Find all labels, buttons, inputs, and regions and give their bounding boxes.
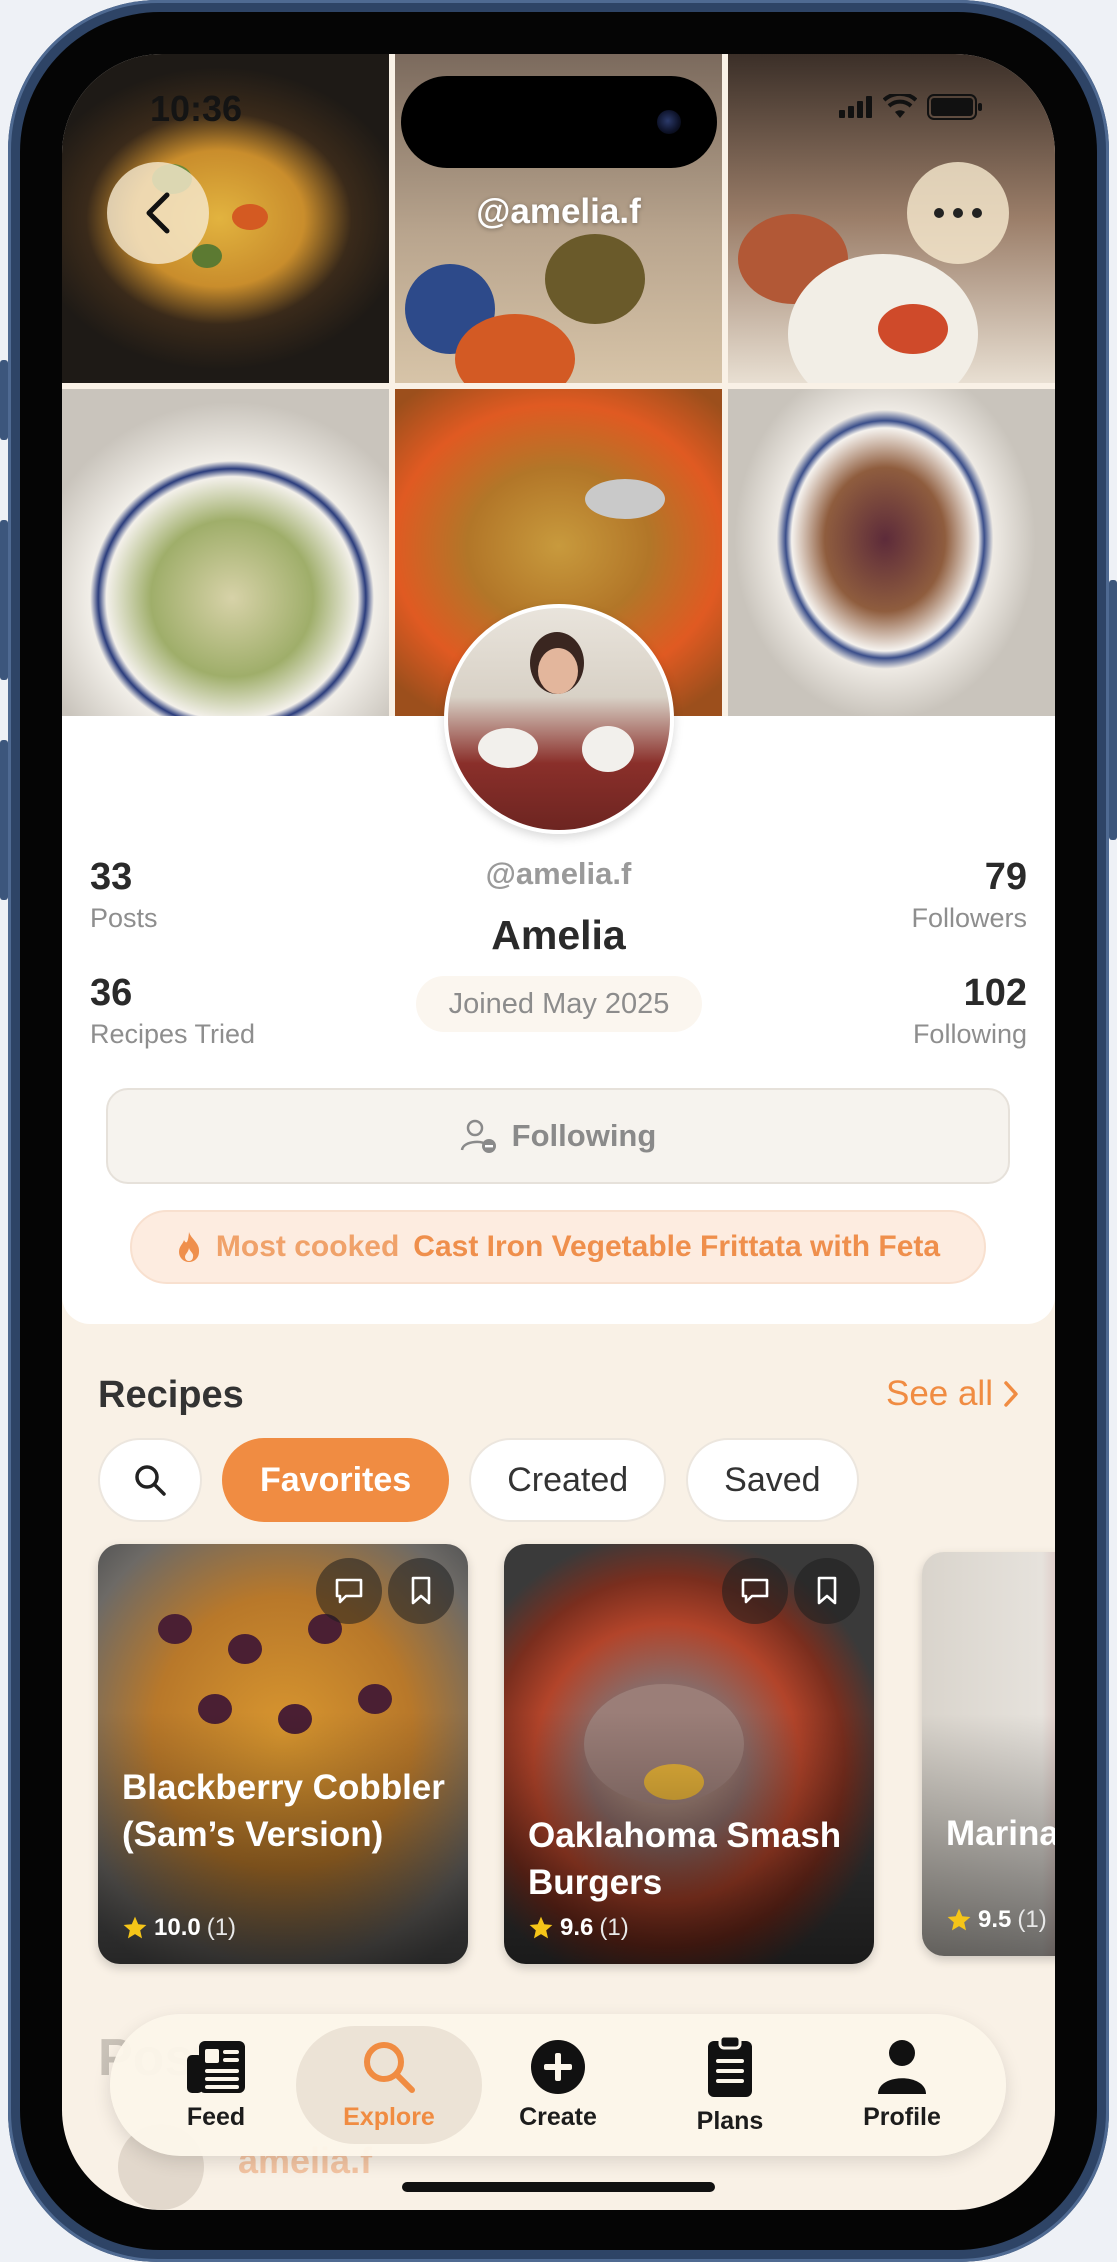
bookmark-button[interactable] xyxy=(794,1558,860,1624)
comment-button[interactable] xyxy=(722,1558,788,1624)
tab-create[interactable]: Create xyxy=(472,2014,644,2156)
rating-count: (1) xyxy=(1017,1906,1047,1933)
rating-count: (1) xyxy=(599,1914,629,1941)
recipes-tried-count: 36 xyxy=(90,972,133,1014)
star-icon xyxy=(529,1916,553,1939)
rating-count: (1) xyxy=(206,1914,237,1941)
home-indicator xyxy=(402,2182,715,2192)
action-button xyxy=(0,360,8,440)
volume-down-button xyxy=(0,740,8,900)
signal-icon xyxy=(839,96,872,118)
recipe-search-button[interactable] xyxy=(98,1438,202,1522)
recipe-card[interactable]: Blackberry Cobbler (Sam’s Version) 10.0 … xyxy=(98,1544,468,1964)
filter-favorites[interactable]: Favorites xyxy=(222,1438,450,1522)
recipes-tried-label: Recipes Tried xyxy=(90,1019,256,1049)
profile-handle: @amelia.f xyxy=(485,856,632,891)
chevron-right-icon xyxy=(1004,1381,1018,1407)
tab-explore-label: Explore xyxy=(343,2102,435,2131)
more-options-button[interactable] xyxy=(907,162,1009,264)
most-cooked-recipe: Cast Iron Vegetable Frittata with Feta xyxy=(413,1230,941,1263)
recipe-rating: 10.0 (1) xyxy=(122,1914,236,1942)
see-all-link[interactable]: See all xyxy=(886,1374,1019,1414)
joined-badge: Joined May 2025 xyxy=(416,976,702,1032)
following-button[interactable]: Following xyxy=(106,1088,1010,1184)
wifi-icon xyxy=(883,94,917,118)
see-all-label: See all xyxy=(885,1374,993,1413)
tab-feed[interactable]: Feed xyxy=(130,2014,302,2156)
tab-explore[interactable]: Explore xyxy=(296,2014,482,2156)
status-time: 10:36 xyxy=(150,88,243,129)
ellipsis-icon xyxy=(934,208,982,218)
app-screen: 10:36 @amelia.f 33 Posts 36 Recipes Trie… xyxy=(62,54,1055,2210)
following-count: 102 xyxy=(963,972,1027,1014)
recipe-card[interactable]: Oaklahoma Smash Burgers 9.6 (1) xyxy=(504,1544,874,1964)
tab-create-label: Create xyxy=(519,2102,597,2131)
tab-bar: Feed Explore Create Plans Profile xyxy=(110,2014,1006,2156)
avatar[interactable] xyxy=(444,604,674,834)
comment-button[interactable] xyxy=(316,1558,382,1624)
star-icon xyxy=(947,1908,971,1931)
person-icon xyxy=(878,2039,926,2094)
recipe-title: Marina Red Or xyxy=(946,1814,1055,1853)
recipe-rating: 9.6 (1) xyxy=(528,1914,629,1942)
stat-recipes-tried[interactable]: 36 Recipes Tried xyxy=(90,972,255,1050)
search-icon xyxy=(135,1465,166,1496)
volume-up-button xyxy=(0,520,8,680)
recipes-section-title: Recipes xyxy=(98,1374,244,1416)
tab-profile-label: Profile xyxy=(863,2102,941,2131)
bookmark-button[interactable] xyxy=(388,1558,454,1624)
battery-icon xyxy=(927,94,982,120)
most-cooked-label: Most cooked xyxy=(215,1230,400,1263)
photo-salad-bowl[interactable] xyxy=(62,389,389,716)
rating-value: 10.0 xyxy=(154,1914,201,1941)
status-icons xyxy=(839,94,983,120)
tab-feed-label: Feed xyxy=(186,2102,246,2131)
tab-plans-label: Plans xyxy=(696,2106,764,2135)
comment-icon xyxy=(335,1578,363,1604)
comment-icon xyxy=(741,1578,769,1604)
search-icon xyxy=(364,2041,415,2093)
filter-saved[interactable]: Saved xyxy=(686,1438,859,1522)
following-label: Following xyxy=(912,1019,1027,1049)
plus-circle-icon xyxy=(531,2039,585,2094)
tab-profile[interactable]: Profile xyxy=(816,2014,988,2156)
person-minus-icon xyxy=(460,1119,496,1153)
recipe-title: Blackberry Cobbler (Sam’s Version) xyxy=(122,1768,445,1854)
filter-created[interactable]: Created xyxy=(469,1438,667,1522)
tab-plans[interactable]: Plans xyxy=(644,2014,816,2156)
photo-pancakes[interactable] xyxy=(728,389,1055,716)
profile-name: Amelia xyxy=(491,912,626,958)
recipe-filter-chips: Favorites Created Saved xyxy=(98,1438,859,1522)
dynamic-island xyxy=(401,76,717,168)
stat-following[interactable]: 102 Following xyxy=(913,972,1027,1050)
bookmark-icon xyxy=(411,1576,431,1605)
clipboard-icon xyxy=(708,2034,752,2097)
bookmark-icon xyxy=(817,1576,837,1605)
flame-icon xyxy=(178,1232,199,1262)
recipe-card[interactable]: Marina Red Or 9.5 (1) xyxy=(922,1552,1055,1956)
rating-value: 9.6 xyxy=(560,1914,594,1941)
most-cooked-badge[interactable]: Most cooked Cast Iron Vegetable Frittata… xyxy=(130,1210,986,1284)
star-icon xyxy=(123,1916,147,1939)
recipe-rating: 9.5 (1) xyxy=(946,1906,1047,1934)
feed-icon xyxy=(187,2040,245,2093)
power-button xyxy=(1109,580,1117,840)
rating-value: 9.5 xyxy=(978,1906,1012,1933)
following-button-label: Following xyxy=(511,1118,657,1153)
recipe-title: Oaklahoma Smash Burgers xyxy=(528,1816,842,1902)
